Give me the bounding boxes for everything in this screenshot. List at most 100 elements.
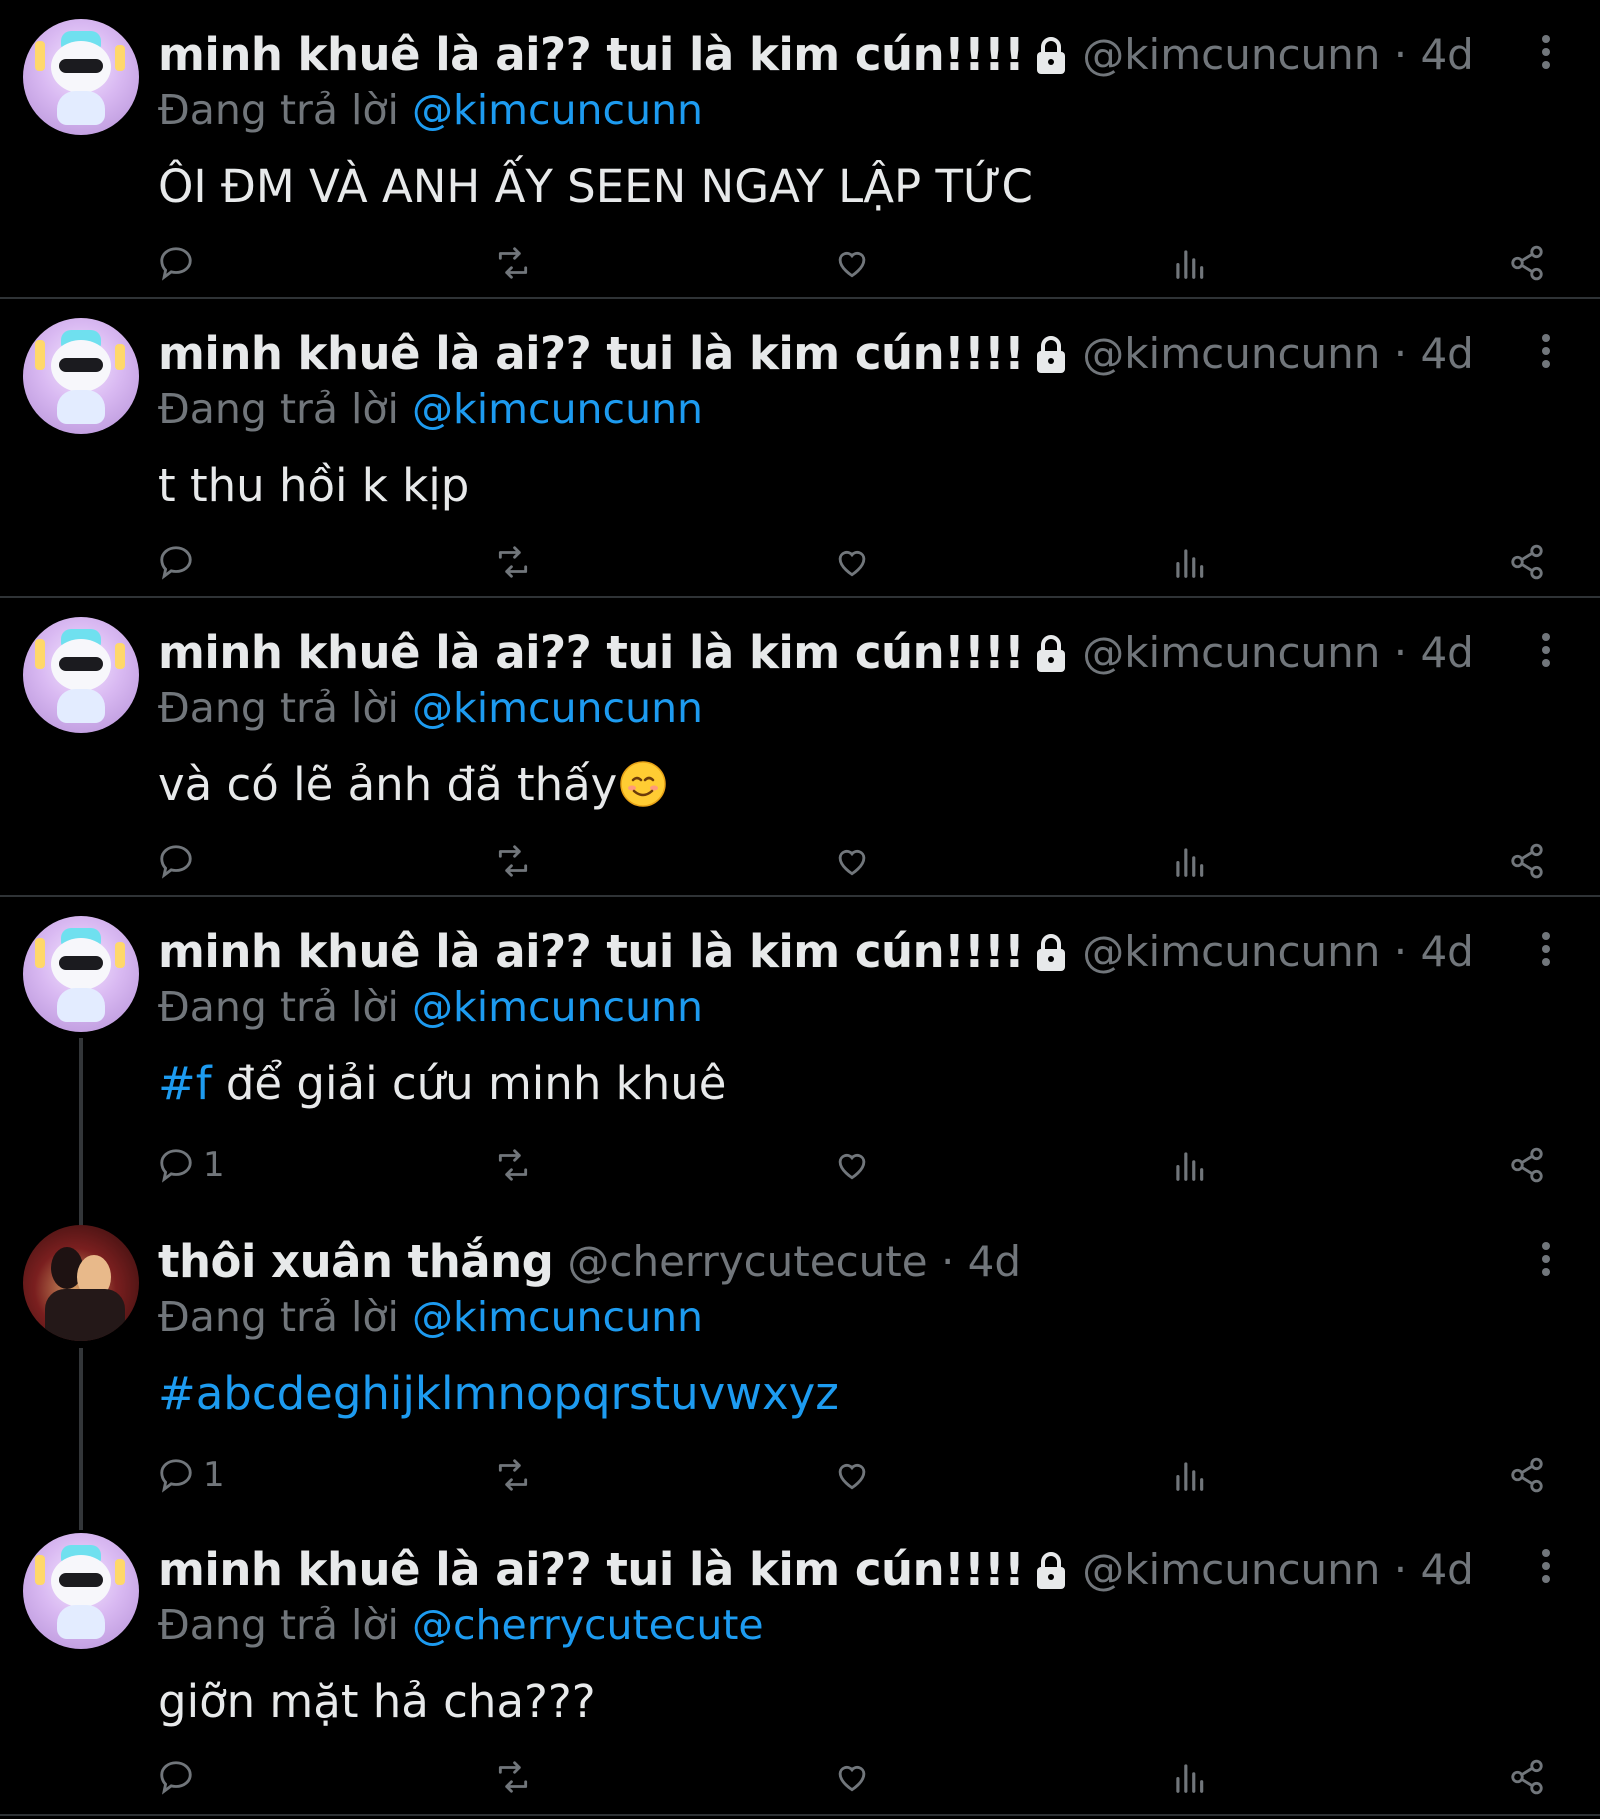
heart-icon (838, 251, 866, 278)
tweet-text: giỡn mặt hả cha??? (158, 1675, 596, 1728)
reply-button[interactable] (157, 836, 203, 886)
like-button[interactable] (833, 836, 871, 886)
avatar[interactable] (23, 1533, 139, 1649)
action-bar: 1 (0, 1140, 1600, 1190)
hashtag-link[interactable]: #f (158, 1057, 212, 1110)
reply-button[interactable]: 1 (157, 1450, 225, 1500)
tweet[interactable]: thôi xuân thắng @cherrycutecute · 4d Đan… (0, 1207, 1600, 1517)
views-icon (1176, 1764, 1204, 1793)
more-icon[interactable] (1540, 1240, 1552, 1280)
reply-button[interactable] (157, 537, 203, 587)
mention-link[interactable]: @cherrycutecute (412, 1601, 764, 1649)
lock-icon (1037, 934, 1066, 971)
tweet[interactable]: minh khuê là ai?? tui là kim cún!!!! @ki… (0, 1517, 1600, 1817)
retweet-icon (498, 1761, 528, 1793)
mention-link[interactable]: @kimcuncunn (412, 1293, 703, 1341)
display-name[interactable]: thôi xuân thắng (158, 1235, 554, 1288)
retweet-icon (498, 1459, 528, 1491)
views-button[interactable] (1170, 238, 1208, 288)
retweet-button[interactable] (494, 1140, 532, 1190)
views-icon (1176, 1462, 1204, 1491)
views-button[interactable] (1170, 1752, 1208, 1802)
views-button[interactable] (1170, 1450, 1208, 1500)
replying-to: Đang trả lời @kimcuncunn (158, 684, 704, 732)
more-icon[interactable] (1540, 33, 1552, 73)
share-icon (1511, 1147, 1543, 1183)
display-name[interactable]: minh khuê là ai?? tui là kim cún!!!! (158, 28, 1025, 81)
reply-icon (160, 1761, 192, 1795)
share-button[interactable] (1508, 1752, 1546, 1802)
avatar[interactable] (23, 19, 139, 135)
handle-timestamp[interactable]: @kimcuncunn · 4d (1082, 329, 1474, 378)
handle-timestamp[interactable]: @kimcuncunn · 4d (1082, 927, 1474, 976)
share-button[interactable] (1508, 537, 1546, 587)
mention-link[interactable]: @kimcuncunn (412, 86, 703, 134)
avatar[interactable] (23, 318, 139, 434)
retweet-button[interactable] (494, 1450, 532, 1500)
more-icon[interactable] (1540, 631, 1552, 671)
heart-icon (838, 550, 866, 577)
reply-icon (160, 1459, 192, 1493)
like-button[interactable] (833, 1140, 871, 1190)
tweet-feed: minh khuê là ai?? tui là kim cún!!!! @ki… (0, 0, 1600, 1819)
replying-to: Đang trả lời @cherrycutecute (158, 1601, 764, 1649)
mention-link[interactable]: @kimcuncunn (412, 684, 703, 732)
action-bar (0, 836, 1600, 886)
reply-icon (160, 247, 192, 281)
hashtag-link[interactable]: #abcdeghijklmnopqrstuvwxyz (158, 1367, 839, 1420)
tweet[interactable]: minh khuê là ai?? tui là kim cún!!!! @ki… (0, 598, 1600, 896)
retweet-button[interactable] (494, 836, 532, 886)
action-bar (0, 537, 1600, 587)
display-name[interactable]: minh khuê là ai?? tui là kim cún!!!! (158, 327, 1025, 380)
replying-to: Đang trả lời @kimcuncunn (158, 983, 704, 1031)
tweet-text: t thu hồi k kịp (158, 459, 470, 512)
avatar[interactable] (23, 1225, 139, 1341)
display-name[interactable]: minh khuê là ai?? tui là kim cún!!!! (158, 626, 1025, 679)
avatar[interactable] (23, 916, 139, 1032)
display-name[interactable]: minh khuê là ai?? tui là kim cún!!!! (158, 1543, 1025, 1596)
handle-timestamp[interactable]: @cherrycutecute · 4d (567, 1237, 1021, 1286)
reply-count: 1 (203, 1455, 225, 1495)
mention-link[interactable]: @kimcuncunn (412, 983, 703, 1031)
reply-icon (160, 546, 192, 580)
heart-icon (838, 1153, 866, 1180)
views-button[interactable] (1170, 537, 1208, 587)
like-button[interactable] (833, 537, 871, 587)
share-button[interactable] (1508, 1140, 1546, 1190)
reply-button[interactable]: 1 (157, 1140, 225, 1190)
reply-button[interactable] (157, 238, 203, 288)
share-icon (1511, 544, 1543, 580)
display-name[interactable]: minh khuê là ai?? tui là kim cún!!!! (158, 925, 1025, 978)
handle-timestamp[interactable]: @kimcuncunn · 4d (1082, 1545, 1474, 1594)
views-button[interactable] (1170, 1140, 1208, 1190)
avatar[interactable] (23, 617, 139, 733)
like-button[interactable] (833, 1752, 871, 1802)
mention-link[interactable]: @kimcuncunn (412, 385, 703, 433)
tweet[interactable]: minh khuê là ai?? tui là kim cún!!!! @ki… (0, 299, 1600, 597)
replying-to: Đang trả lời @kimcuncunn (158, 1293, 704, 1341)
like-button[interactable] (833, 238, 871, 288)
like-button[interactable] (833, 1450, 871, 1500)
more-icon[interactable] (1540, 1547, 1552, 1587)
retweet-button[interactable] (494, 238, 532, 288)
share-icon (1511, 245, 1543, 281)
heart-icon (838, 1463, 866, 1490)
tweet[interactable]: minh khuê là ai?? tui là kim cún!!!! @ki… (0, 0, 1600, 298)
handle-timestamp[interactable]: @kimcuncunn · 4d (1082, 30, 1474, 79)
handle-timestamp[interactable]: @kimcuncunn · 4d (1082, 628, 1474, 677)
retweet-icon (498, 1149, 528, 1181)
more-icon[interactable] (1540, 930, 1552, 970)
action-bar (0, 238, 1600, 288)
reply-button[interactable] (157, 1752, 203, 1802)
replying-to: Đang trả lời @kimcuncunn (158, 385, 704, 433)
retweet-button[interactable] (494, 537, 532, 587)
reply-count: 1 (203, 1145, 225, 1185)
tweet[interactable]: minh khuê là ai?? tui là kim cún!!!! @ki… (0, 897, 1600, 1207)
share-button[interactable] (1508, 238, 1546, 288)
share-button[interactable] (1508, 1450, 1546, 1500)
more-icon[interactable] (1540, 332, 1552, 372)
retweet-button[interactable] (494, 1752, 532, 1802)
share-button[interactable] (1508, 836, 1546, 886)
views-icon (1176, 250, 1204, 279)
views-button[interactable] (1170, 836, 1208, 886)
